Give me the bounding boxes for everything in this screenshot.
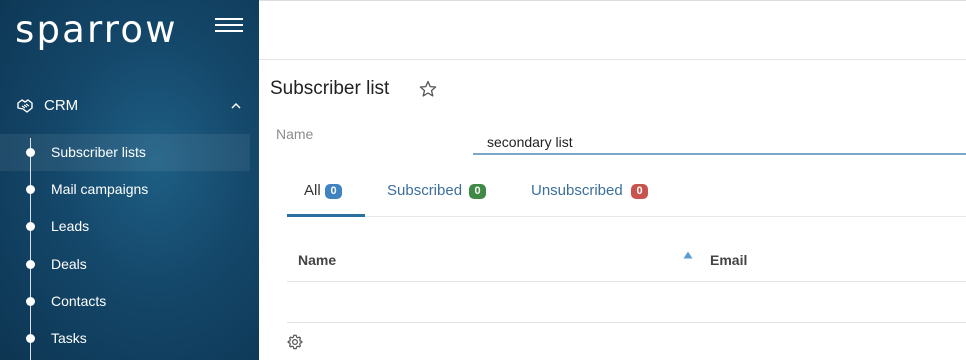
nav-bullet	[26, 334, 35, 343]
sidebar-item-leads[interactable]: Leads	[0, 208, 250, 245]
sidebar-item-subscriber-lists[interactable]: Subscriber lists	[0, 134, 250, 171]
sidebar-item-label: Tasks	[51, 330, 87, 346]
sidebar-item-label: Subscriber lists	[51, 144, 146, 160]
tab-subscribed[interactable]: Subscribed 0	[387, 168, 497, 217]
table-divider	[287, 322, 966, 323]
sidebar-section-label: CRM	[44, 97, 79, 114]
count-badge: 0	[469, 184, 486, 199]
handshake-icon	[17, 99, 33, 113]
sidebar-item-deals[interactable]: Deals	[0, 246, 250, 283]
gear-icon[interactable]	[287, 334, 303, 350]
app-logo: sparrow	[15, 8, 178, 51]
subscriber-tabs: All 0 Subscribed 0 Unsubscribed 0	[287, 168, 966, 217]
tab-label: Subscribed	[387, 182, 463, 199]
tab-unsubscribed[interactable]: Unsubscribed 0	[531, 168, 656, 217]
tab-label: All	[304, 182, 321, 199]
count-badge: 0	[325, 184, 342, 199]
sidebar-item-tasks[interactable]: Tasks	[0, 320, 250, 357]
nav-bullet	[26, 260, 35, 269]
name-field-label: Name	[276, 126, 314, 142]
nav-bullet	[26, 148, 35, 157]
chevron-up-icon[interactable]	[230, 100, 242, 112]
nav-bullet	[26, 185, 35, 194]
nav-bullet	[26, 297, 35, 306]
sidebar-item-label: Leads	[51, 218, 90, 234]
column-header-email[interactable]: Email	[710, 252, 747, 268]
sidebar: sparrow CRM Subscriber lists Mail campai…	[0, 0, 259, 360]
name-field[interactable]	[473, 124, 966, 155]
sort-ascending-icon[interactable]	[683, 251, 693, 259]
tab-label: Unsubscribed	[531, 182, 623, 199]
page-title: Subscriber list	[270, 78, 390, 99]
sidebar-item-label: Deals	[51, 256, 87, 272]
sidebar-section-crm[interactable]: CRM	[0, 88, 259, 124]
count-badge: 0	[631, 184, 648, 199]
top-bar	[259, 0, 966, 60]
tab-all[interactable]: All 0	[287, 168, 365, 217]
sidebar-item-label: Mail campaigns	[51, 181, 149, 197]
hamburger-menu-icon[interactable]	[215, 18, 243, 32]
sidebar-item-label: Contacts	[51, 293, 107, 309]
sidebar-item-contacts[interactable]: Contacts	[0, 283, 250, 320]
sidebar-item-mail-campaigns[interactable]: Mail campaigns	[0, 171, 250, 208]
star-outline-icon[interactable]	[418, 79, 438, 99]
table-header: Name Email	[287, 237, 966, 282]
column-header-name[interactable]: Name	[298, 252, 336, 268]
nav-bullet	[26, 222, 35, 231]
